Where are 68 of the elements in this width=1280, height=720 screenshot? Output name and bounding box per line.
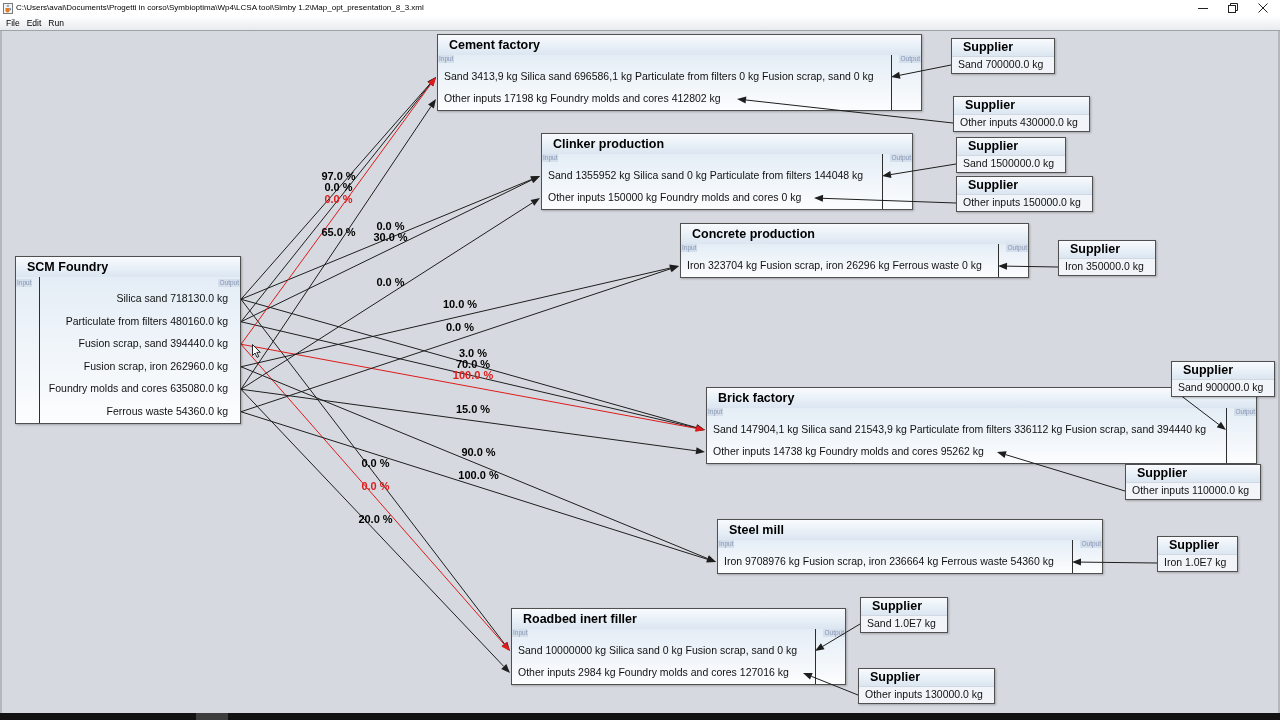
output-quantity: Silica sand 718130.0 kg <box>116 291 228 307</box>
minimize-icon <box>1198 7 1208 9</box>
window-title: C:\Users\avai\Documents\Progetti in corso\Symbioptima\Wp4\LCSA tool\Simby 1.2\Map_opt_presentation_8_3.xml <box>16 4 424 12</box>
node-title: Supplier <box>1059 241 1155 259</box>
supply-arrow <box>891 64 952 79</box>
node-title: Supplier <box>859 669 994 687</box>
node-title: Concrete production <box>681 224 1028 244</box>
input-quantities: Sand 10000000 kg Silica sand 0 kg Fusion scrap, sand 0 kg <box>518 643 797 659</box>
supplier-quantity: Iron 350000.0 kg <box>1065 259 1144 275</box>
input-quantities: Sand 3413,9 kg Silica sand 696586,1 kg Particulate from filters 0 kg Fusion scrap, sand 0 kg <box>444 69 874 85</box>
node-title: Supplier <box>952 39 1055 57</box>
supply-arrow <box>803 673 859 696</box>
supplier-quantity: Sand 1.0E7 kg <box>867 616 936 632</box>
supplier-quantity: Other inputs 150000.0 kg <box>963 195 1081 211</box>
flow-percentage: 100.0 % <box>458 469 499 481</box>
output-quantity: Particulate from filters 480160.0 kg <box>65 313 228 329</box>
output-quantity: Foundry molds and cores 635080.0 kg <box>48 381 228 397</box>
menu-item[interactable]: File <box>5 18 21 28</box>
input-quantities: Sand 1355952 kg Silica sand 0 kg Particulate from filters 144048 kg <box>548 168 864 184</box>
flow-percentage: 65.0 % <box>321 226 356 238</box>
flow-percentage: 0.0 % <box>361 457 390 469</box>
flow-percentage: 3.0 % <box>458 347 488 359</box>
flow-percentage: 70.0 % <box>455 358 491 370</box>
supplier-quantity: Iron 1.0E7 kg <box>1164 555 1227 571</box>
flow-percentage: 97.0 % <box>321 170 356 182</box>
node-title: Supplier <box>957 177 1092 195</box>
output-quantity: Fusion scrap, sand 394440.0 kg <box>78 336 228 352</box>
flow-percentage: 0.0 % <box>376 220 405 232</box>
flow-percentage: 0.0 % <box>376 276 405 288</box>
input-quantities: Sand 147904,1 kg Silica sand 21543,9 kg Particulate from filters 336112 kg Fusion scrap, sand 394440 kg <box>713 422 1207 438</box>
output-quantity: Fusion scrap, iron 262960.0 kg <box>83 358 228 374</box>
supply-arrow <box>998 262 1059 270</box>
input-quantities: Iron 9708976 kg Fusion scrap, iron 236664 kg Ferrous waste 54360 kg <box>724 554 1054 570</box>
node-title: Supplier <box>1172 362 1275 380</box>
flow-percentage: 30.0 % <box>373 231 408 243</box>
flow-percentage: 90.0 % <box>461 446 496 458</box>
node-title: Supplier <box>1126 465 1261 483</box>
restore-icon <box>1228 3 1238 13</box>
input-quantities: Other inputs 14738 kg Foundry molds and cores 95262 kg <box>713 444 984 460</box>
flow-percentage: 10.0 % <box>442 298 478 310</box>
mouse-pointer-icon <box>252 344 261 358</box>
flow-percentage: 0.0 % <box>445 321 475 333</box>
flow-percentage: 0.0 % <box>361 480 390 492</box>
node-title: Supplier <box>957 138 1066 156</box>
input-quantities: Other inputs 17198 kg Foundry molds and cores 412802 kg <box>444 91 721 107</box>
close-icon <box>1258 3 1268 13</box>
input-quantities: Iron 323704 kg Fusion scrap, iron 26296 kg Ferrous waste 0 kg <box>687 258 982 274</box>
flow-percentage: 0.0 % <box>324 181 353 193</box>
node-title: Clinker production <box>542 134 912 154</box>
input-quantities: Other inputs 2984 kg Foundry molds and cores 127016 kg <box>518 665 789 681</box>
supplier-quantity: Other inputs 130000.0 kg <box>865 687 983 703</box>
node-title: SCM Foundry <box>16 257 240 277</box>
menu-item[interactable]: Run <box>47 18 65 28</box>
supply-arrow <box>815 623 861 651</box>
node-title: Supplier <box>1158 537 1238 555</box>
supplier-quantity: Other inputs 430000.0 kg <box>960 115 1078 131</box>
node-title: Steel mill <box>718 520 1102 540</box>
supplier-quantity: Sand 1500000.0 kg <box>963 156 1055 172</box>
node-title: Supplier <box>861 598 947 616</box>
supplier-quantity: Sand 700000.0 kg <box>958 57 1044 73</box>
supplier-quantity: Other inputs 110000.0 kg <box>1132 483 1250 499</box>
input-quantities: Other inputs 150000 kg Foundry molds and cores 0 kg <box>548 190 802 206</box>
flow-percentage: 15.0 % <box>455 403 491 415</box>
node-title: Supplier <box>954 97 1089 115</box>
node-title: Roadbed inert filler <box>512 609 845 629</box>
menu-item[interactable]: Edit <box>25 18 43 28</box>
output-quantity: Ferrous waste 54360.0 kg <box>106 403 228 419</box>
node-title: Cement factory <box>438 35 921 55</box>
